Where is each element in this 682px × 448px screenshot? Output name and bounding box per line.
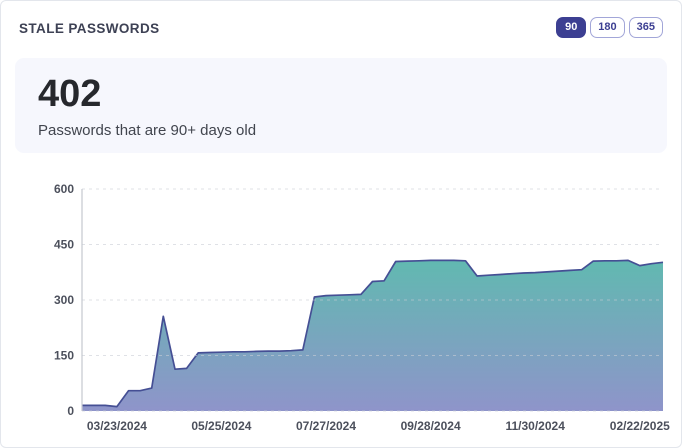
y-axis-label-450: 450 [54, 238, 74, 252]
stale-passwords-chart[interactable]: 0 150 300 450 600 03/23/2024 05/25/2024 07/27/2… [1, 181, 682, 441]
y-axis-label-0: 0 [67, 404, 74, 418]
stale-passwords-card: STALE PASSWORDS 90180365 402 Passwords t… [0, 0, 682, 448]
x-axis-label-2: 07/27/2024 [296, 419, 356, 433]
range-button-365[interactable]: 365 [629, 17, 663, 38]
range-toggle-group: 90180365 [556, 17, 663, 38]
x-axis-label-4: 11/30/2024 [505, 419, 565, 433]
x-axis-label-3: 09/28/2024 [401, 419, 461, 433]
x-axis-label-5: 02/22/2025 [610, 419, 670, 433]
stat-description: Passwords that are 90+ days old [38, 122, 644, 139]
series-area[interactable] [82, 260, 663, 411]
stat-value: 402 [38, 71, 644, 119]
x-axis-label-0: 03/23/2024 [87, 419, 147, 433]
card-title: STALE PASSWORDS [19, 21, 160, 36]
range-button-90[interactable]: 90 [556, 17, 586, 38]
x-axis-label-1: 05/25/2024 [191, 419, 251, 433]
y-axis-label-300: 300 [54, 293, 74, 307]
y-axis-label-600: 600 [54, 182, 74, 196]
chart-canvas[interactable]: 0 150 300 450 600 03/23/2024 05/25/2024 07/27/2… [1, 181, 682, 441]
y-axis-label-150: 150 [54, 349, 74, 363]
stat-box: 402 Passwords that are 90+ days old [15, 58, 667, 153]
range-button-180[interactable]: 180 [590, 17, 624, 38]
